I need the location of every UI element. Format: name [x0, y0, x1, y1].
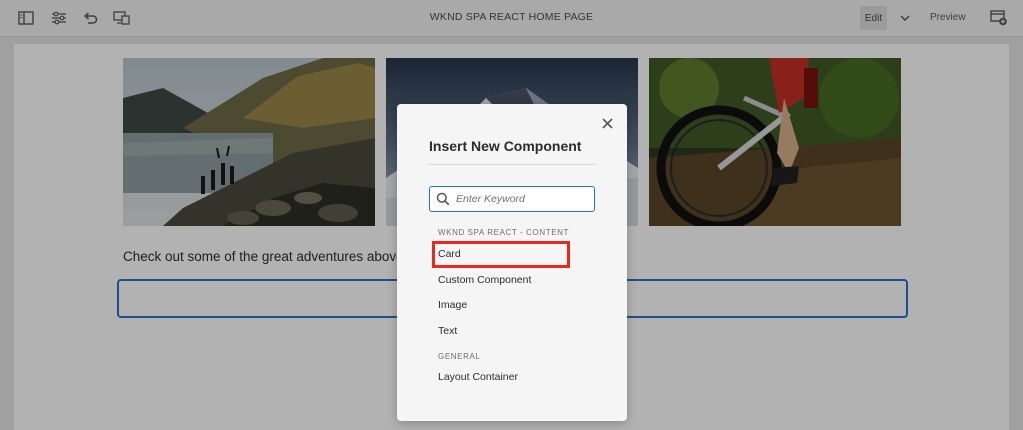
insert-component-dialog: Insert New Component WKND SPA REACT - CO… — [397, 104, 627, 421]
close-icon[interactable] — [599, 115, 615, 131]
component-item-layout-container[interactable]: Layout Container — [438, 371, 518, 383]
search-input[interactable] — [456, 190, 590, 208]
component-item-custom-component[interactable]: Custom Component — [438, 274, 531, 286]
dialog-divider — [429, 164, 595, 165]
search-icon — [436, 192, 450, 206]
component-group-label: GENERAL — [438, 352, 481, 361]
component-group-label: WKND SPA REACT - CONTENT — [438, 228, 570, 237]
dialog-title: Insert New Component — [429, 138, 582, 154]
component-search-field[interactable] — [429, 186, 595, 212]
component-item-image[interactable]: Image — [438, 299, 467, 311]
card-highlight-box — [432, 241, 570, 268]
component-item-text[interactable]: Text — [438, 325, 457, 337]
